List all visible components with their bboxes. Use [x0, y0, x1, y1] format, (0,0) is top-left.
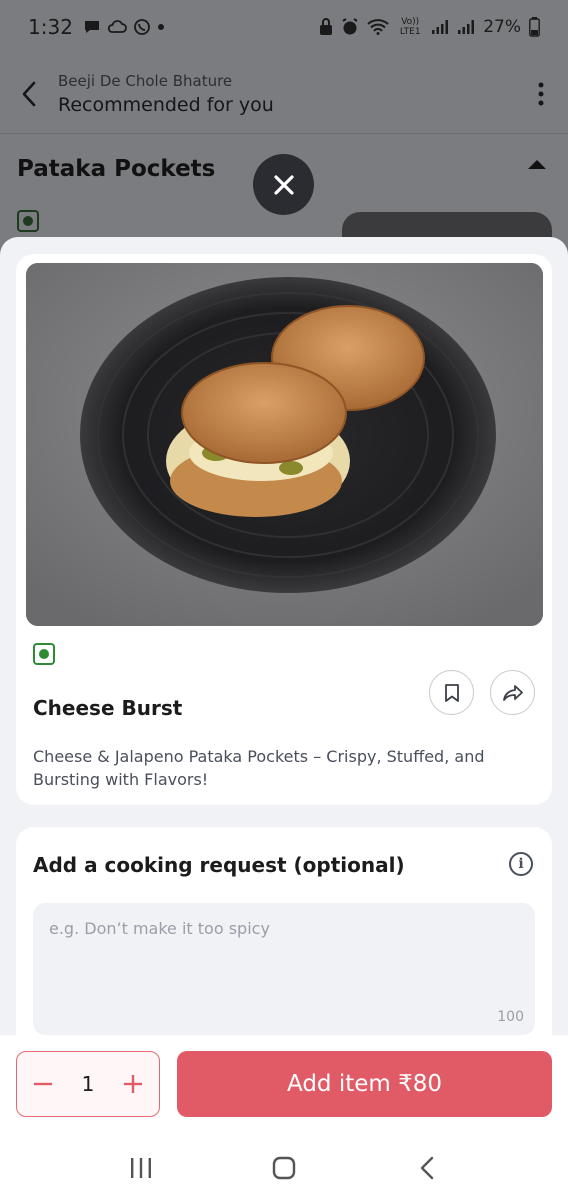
decrement-button[interactable] — [31, 1072, 55, 1096]
message-icon — [83, 19, 101, 35]
whatsapp-icon — [133, 18, 151, 36]
bookmark-button[interactable] — [429, 670, 474, 715]
signal-icon — [431, 19, 449, 35]
action-bar: 1 Add item ₹80 — [0, 1035, 568, 1135]
cloud-icon — [107, 20, 127, 34]
share-icon — [502, 684, 523, 701]
close-button[interactable] — [253, 154, 314, 215]
food-photo — [26, 263, 543, 626]
info-icon[interactable]: i — [509, 852, 533, 876]
bookmark-icon — [444, 683, 459, 702]
item-image — [26, 263, 543, 626]
home-button[interactable] — [254, 1143, 314, 1193]
section-title: Pataka Pockets — [17, 156, 216, 182]
increment-button[interactable] — [121, 1072, 145, 1096]
header-text: Beeji De Chole Bhature Recommended for y… — [58, 72, 274, 116]
kebab-menu-icon — [538, 82, 544, 105]
wifi-icon — [367, 19, 389, 35]
quantity-value: 1 — [81, 1072, 95, 1096]
item-name: Cheese Burst — [33, 696, 183, 720]
cooking-request-card: Add a cooking request (optional) i 100 — [16, 827, 552, 1035]
back-button[interactable] — [0, 54, 58, 134]
alarm-icon — [341, 18, 359, 36]
item-description: Cheese & Jalapeno Pataka Pockets – Crisp… — [33, 747, 485, 789]
battery-percent: 27% — [483, 17, 521, 37]
veg-indicator-icon — [33, 643, 55, 665]
minus-icon — [34, 1082, 52, 1086]
notification-icons — [83, 18, 165, 36]
header-title: Recommended for you — [58, 93, 274, 116]
item-card: Cheese Burst Cheese & Jalapeno Pataka Po… — [16, 254, 552, 805]
cooking-request-input[interactable] — [33, 903, 535, 1035]
status-time: 1:32 — [28, 15, 73, 39]
lte-label: Vo)) LTE1 — [399, 17, 421, 37]
quantity-stepper: 1 — [16, 1051, 160, 1117]
add-item-button[interactable]: Add item ₹80 — [177, 1051, 552, 1117]
signal-icon-2 — [457, 19, 475, 35]
plus-icon — [123, 1075, 142, 1093]
cooking-request-title: Add a cooking request (optional) — [33, 853, 405, 877]
restaurant-name: Beeji De Chole Bhature — [58, 71, 233, 90]
item-detail-sheet: Cheese Burst Cheese & Jalapeno Pataka Po… — [0, 237, 568, 1035]
char-limit: 100 — [497, 1009, 524, 1025]
battery-icon — [529, 17, 540, 37]
system-nav-bar — [0, 1135, 568, 1200]
home-icon — [272, 1156, 296, 1179]
status-bar: 1:32 Vo)) LTE1 27% — [0, 0, 568, 54]
share-button[interactable] — [490, 670, 535, 715]
dot-icon — [157, 23, 165, 31]
back-arrow-icon — [420, 1156, 433, 1179]
page-header: Beeji De Chole Bhature Recommended for y… — [0, 54, 568, 134]
system-back-button[interactable] — [397, 1143, 457, 1193]
system-status: Vo)) LTE1 27% — [319, 17, 540, 37]
collapse-caret-icon[interactable] — [528, 160, 546, 169]
more-options-button[interactable] — [514, 54, 568, 134]
veg-indicator-icon — [17, 210, 39, 232]
chevron-left-icon — [22, 81, 36, 106]
lock-icon — [319, 18, 333, 36]
recent-apps-button[interactable] — [111, 1143, 171, 1193]
close-icon — [273, 174, 294, 195]
recent-apps-icon — [131, 1157, 152, 1178]
